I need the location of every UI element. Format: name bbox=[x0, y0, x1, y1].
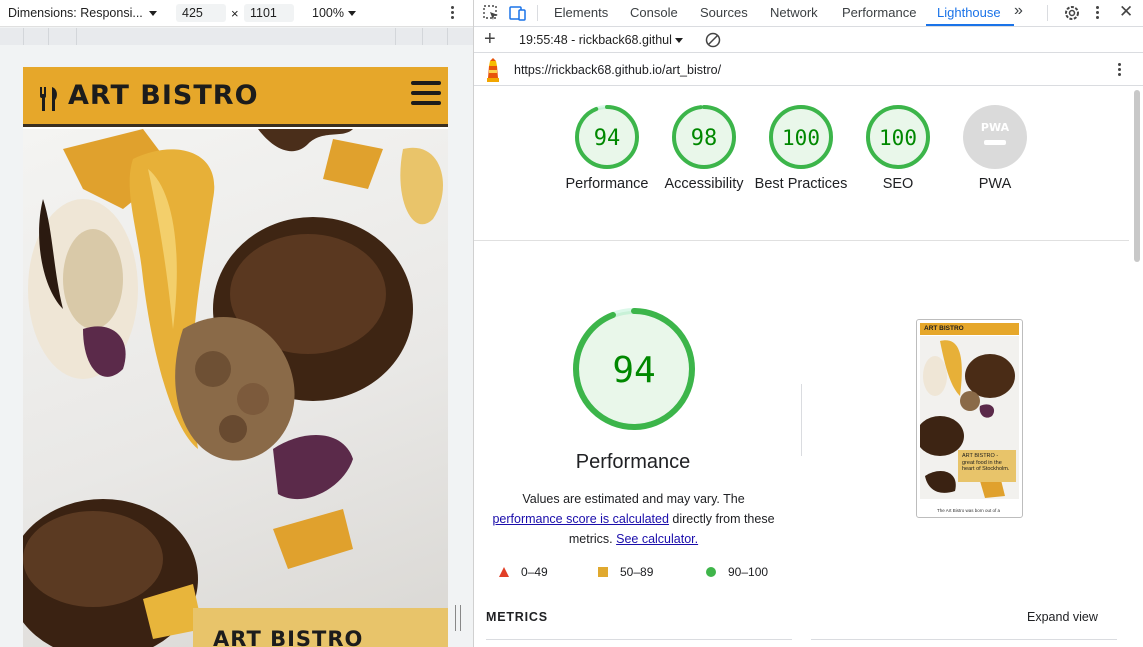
dessert-photo bbox=[23, 129, 443, 647]
tab-sources[interactable]: Sources bbox=[700, 5, 748, 20]
score-value: 100 bbox=[879, 126, 917, 150]
legend-range: 50–89 bbox=[620, 565, 654, 579]
gauge-label: Best Practices bbox=[754, 176, 848, 192]
gauge-performance[interactable]: 94 Performance bbox=[558, 104, 656, 194]
score-gauge: 98 bbox=[672, 105, 736, 169]
gauge-label: Performance bbox=[565, 176, 649, 192]
gauge-accessibility[interactable]: 98 Accessibility bbox=[655, 104, 753, 194]
hero-caption-box: ART BISTRO bbox=[193, 608, 448, 647]
legend-fail: 0–49 bbox=[499, 565, 548, 579]
chevron-down-icon bbox=[347, 10, 356, 16]
clear-reports-icon[interactable] bbox=[705, 32, 721, 48]
score-legend: 0–49 50–89 90–100 bbox=[499, 565, 799, 581]
devtools-tab-bar: Elements Console Sources Network Perform… bbox=[474, 0, 1143, 27]
settings-gear-icon[interactable] bbox=[1063, 4, 1081, 22]
gauge-label: PWA bbox=[978, 176, 1012, 192]
gauge-label: SEO bbox=[882, 176, 914, 192]
dimensions-label: Dimensions: Responsi... bbox=[8, 6, 143, 20]
score-gauge: 100 bbox=[866, 105, 930, 169]
report-select[interactable]: 19:55:48 - rickback68.githul bbox=[519, 33, 683, 47]
gauge-label: Accessibility bbox=[664, 176, 744, 192]
performance-score-gauge: 94 bbox=[569, 304, 699, 434]
close-icon[interactable]: ✕ bbox=[1119, 2, 1133, 22]
circle-icon bbox=[706, 567, 716, 577]
hero-image bbox=[23, 129, 448, 647]
see-calculator-link[interactable]: See calculator. bbox=[616, 532, 698, 546]
gauge-pwa[interactable]: PWA PWA bbox=[946, 104, 1044, 194]
divider bbox=[486, 639, 792, 640]
score-value: 98 bbox=[691, 126, 718, 151]
chevron-down-icon bbox=[148, 10, 157, 16]
score-value: 100 bbox=[782, 126, 820, 150]
fork-knife-icon bbox=[40, 87, 57, 111]
thumbnail-header: ART BISTRO bbox=[920, 323, 1019, 335]
device-resize-handle[interactable] bbox=[455, 605, 461, 631]
hero-caption-title: ART BISTRO bbox=[213, 627, 364, 647]
tab-network[interactable]: Network bbox=[770, 5, 818, 20]
lighthouse-url-bar: https://rickback68.github.io/art_bistro/ bbox=[474, 54, 1143, 86]
devtools-pane: Elements Console Sources Network Perform… bbox=[474, 0, 1143, 647]
thumbnail-footer: The Art Bistro was born out of a bbox=[937, 508, 1001, 513]
large-score-value: 94 bbox=[612, 350, 655, 391]
width-input[interactable]: 425 bbox=[176, 4, 226, 22]
pwa-badge-icon: PWA bbox=[963, 105, 1027, 169]
gauge-seo[interactable]: 100 SEO bbox=[849, 104, 947, 194]
lighthouse-logo-icon bbox=[487, 58, 499, 82]
legend-average: 50–89 bbox=[598, 565, 653, 579]
device-toolbar-icon[interactable] bbox=[509, 4, 527, 22]
more-options-icon[interactable] bbox=[1092, 5, 1102, 23]
report-select-label: 19:55:48 - rickback68.githul bbox=[519, 33, 672, 47]
divider bbox=[811, 639, 1117, 640]
device-toolbar: Dimensions: Responsi... 425 × 1101 100% bbox=[0, 0, 473, 27]
hamburger-menu-icon[interactable] bbox=[411, 81, 441, 107]
tab-lighthouse[interactable]: Lighthouse bbox=[937, 5, 1001, 20]
zoom-label: 100% bbox=[312, 6, 344, 20]
desc-text: Values are estimated and may vary. The bbox=[522, 492, 745, 506]
legend-range: 0–49 bbox=[521, 565, 548, 579]
square-icon bbox=[598, 567, 608, 577]
chevron-down-icon bbox=[674, 37, 683, 43]
legend-pass: 90–100 bbox=[706, 565, 768, 579]
lighthouse-report: 94 Performance 98 Accessibility 100 Best… bbox=[474, 87, 1129, 647]
inspect-element-icon[interactable] bbox=[482, 4, 500, 22]
lighthouse-toolbar: + 19:55:48 - rickback68.githul bbox=[474, 27, 1143, 53]
performance-description: Values are estimated and may vary. The p… bbox=[486, 489, 781, 549]
large-score-gauge: 94 bbox=[573, 308, 695, 430]
expand-view-button[interactable]: Expand view bbox=[1027, 610, 1098, 624]
score-value: 94 bbox=[594, 126, 621, 151]
emulated-page: ART BISTRO ART BISTRO bbox=[23, 67, 448, 647]
report-menu-icon[interactable] bbox=[1115, 62, 1123, 78]
metrics-heading: METRICS bbox=[486, 610, 548, 624]
final-screenshot-thumbnail[interactable]: ART BISTRO ART BISTRO - great food in th… bbox=[916, 319, 1023, 518]
score-gauge: 94 bbox=[575, 105, 639, 169]
scrollbar-thumb[interactable] bbox=[1134, 90, 1140, 262]
active-tab-indicator bbox=[926, 24, 1014, 26]
pwa-badge-text: PWA bbox=[981, 121, 1010, 134]
tab-elements[interactable]: Elements bbox=[554, 5, 608, 20]
triangle-icon bbox=[499, 567, 509, 577]
new-report-icon[interactable]: + bbox=[484, 29, 496, 49]
height-input[interactable]: 1101 bbox=[244, 4, 294, 22]
more-tabs-icon[interactable]: » bbox=[1014, 2, 1023, 20]
site-header: ART BISTRO bbox=[23, 67, 448, 127]
dimensions-select[interactable]: Dimensions: Responsi... bbox=[8, 6, 157, 20]
site-title[interactable]: ART BISTRO bbox=[68, 80, 259, 111]
audited-url: https://rickback68.github.io/art_bistro/ bbox=[514, 63, 722, 77]
more-options-icon[interactable] bbox=[446, 5, 458, 21]
tab-console[interactable]: Console bbox=[630, 5, 678, 20]
score-gauge: 100 bbox=[769, 105, 833, 169]
media-query-ruler bbox=[0, 28, 473, 45]
tab-performance[interactable]: Performance bbox=[842, 5, 916, 20]
performance-score-link[interactable]: performance score is calculated bbox=[492, 512, 668, 526]
score-summary: 94 Performance 98 Accessibility 100 Best… bbox=[474, 87, 1129, 241]
device-emulation-pane: Dimensions: Responsi... 425 × 1101 100% bbox=[0, 0, 473, 647]
thumbnail-caption: ART BISTRO - great food in the heart of … bbox=[958, 450, 1016, 482]
gauge-best-practices[interactable]: 100 Best Practices bbox=[752, 104, 850, 194]
legend-range: 90–100 bbox=[728, 565, 769, 579]
zoom-select[interactable]: 100% bbox=[312, 6, 356, 20]
performance-title: Performance bbox=[575, 451, 691, 473]
divider bbox=[801, 384, 802, 456]
times-label: × bbox=[231, 6, 239, 21]
